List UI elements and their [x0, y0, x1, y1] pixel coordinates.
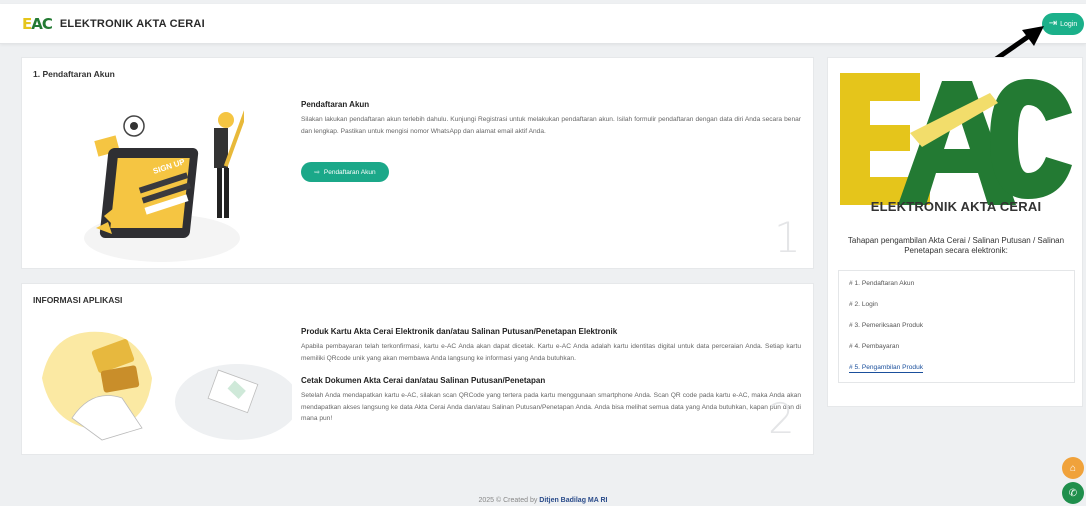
print-text: Cetak Dokumen Akta Cerai dan/atau Salina… — [301, 376, 801, 425]
step-number: 1 — [774, 213, 801, 262]
sidebar-brand: ELEKTRONIK AKTA CERAI — [870, 199, 1042, 214]
home-icon[interactable]: ⌂ — [1062, 457, 1084, 479]
print-heading: Cetak Dokumen Akta Cerai dan/atau Salina… — [301, 376, 546, 385]
arrow-right-icon: ⇨ — [314, 169, 320, 176]
registration-body: Silakan lakukan pendaftaran akun terlebi… — [301, 116, 801, 135]
brand-logo: EAC — [22, 15, 53, 33]
registration-card: 1. Pendaftaran Akun SIGN UP Pendaftaran … — [21, 57, 814, 269]
register-label: Pendaftaran Akun — [323, 168, 376, 176]
logo-e: E — [22, 15, 32, 33]
step-item[interactable]: # 2. Login — [849, 301, 878, 308]
registration-text: Pendaftaran Akun Silakan lakukan pendaft… — [301, 100, 801, 137]
app-name: ELEKTRONIK AKTA CERAI — [59, 18, 205, 30]
logo-ac: AC — [31, 15, 53, 33]
product-text: Produk Kartu Akta Cerai Elektronik dan/a… — [301, 327, 801, 364]
steps-card: ELEKTRONIK AKTA CERAI Tahapan pengambila… — [827, 57, 1083, 407]
step-number: 2 — [768, 394, 795, 443]
brand[interactable]: EAC ELEKTRONIK AKTA CERAI — [22, 16, 205, 32]
footer: 2025 © Created by Ditjen Badilag MA RI — [0, 497, 1086, 504]
section-title: INFORMASI APLIKASI — [33, 295, 123, 305]
product-body: Apabila pembayaran telah terkonfirmasi, … — [301, 343, 801, 362]
footer-org[interactable]: Ditjen Badilag MA RI — [539, 497, 607, 504]
steps-list: # 1. Pendaftaran Akun # 2. Login # 3. Pe… — [838, 270, 1075, 383]
info-card: INFORMASI APLIKASI Produk Kartu Akta Cer… — [21, 283, 814, 455]
signup-illustration: SIGN UP — [84, 109, 244, 262]
step-item[interactable]: # 1. Pendaftaran Akun — [849, 280, 914, 287]
whatsapp-icon[interactable]: ✆ — [1062, 482, 1084, 504]
product-heading: Produk Kartu Akta Cerai Elektronik dan/a… — [301, 327, 618, 336]
card-illustration — [42, 331, 292, 441]
registration-heading: Pendaftaran Akun — [301, 100, 370, 109]
login-label: Login — [1060, 20, 1078, 28]
step-item-active[interactable]: # 5. Pengambilan Produk — [849, 364, 924, 373]
section-title: 1. Pendaftaran Akun — [33, 69, 115, 79]
sidebar-subtitle: Tahapan pengambilan Akta Cerai / Salinan… — [847, 236, 1065, 255]
print-body: Setelah Anda mendapatkan kartu e-AC, sil… — [301, 392, 801, 422]
register-button[interactable]: ⇨ Pendaftaran Akun — [301, 162, 389, 182]
step-item[interactable]: # 4. Pembayaran — [849, 343, 899, 350]
step-item[interactable]: # 3. Pemeriksaan Produk — [849, 322, 923, 329]
eac-logo — [840, 73, 1072, 205]
footer-prefix: 2025 © Created by — [478, 497, 540, 504]
top-navbar: EAC ELEKTRONIK AKTA CERAI ⇥ Login — [0, 4, 1086, 44]
